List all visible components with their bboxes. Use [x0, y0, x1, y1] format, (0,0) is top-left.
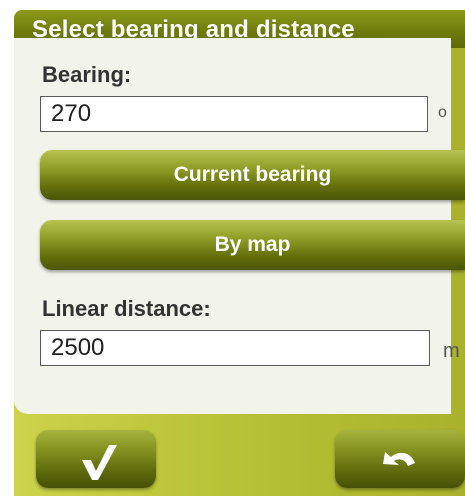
linear-distance-input[interactable]: 2500	[40, 330, 430, 366]
bearing-unit-degree: o	[438, 104, 447, 121]
undo-arrow-icon	[383, 452, 415, 466]
current-bearing-button[interactable]: Current bearing	[40, 150, 465, 200]
confirm-button[interactable]	[36, 430, 156, 488]
bearing-input[interactable]: 270	[40, 96, 428, 132]
checkmark-icon	[82, 445, 117, 480]
bearing-label: Bearing:	[42, 62, 132, 87]
back-button[interactable]	[335, 430, 465, 488]
linear-distance-label: Linear distance:	[42, 296, 211, 321]
distance-unit: m	[443, 340, 460, 362]
by-map-button[interactable]: By map	[40, 220, 465, 270]
